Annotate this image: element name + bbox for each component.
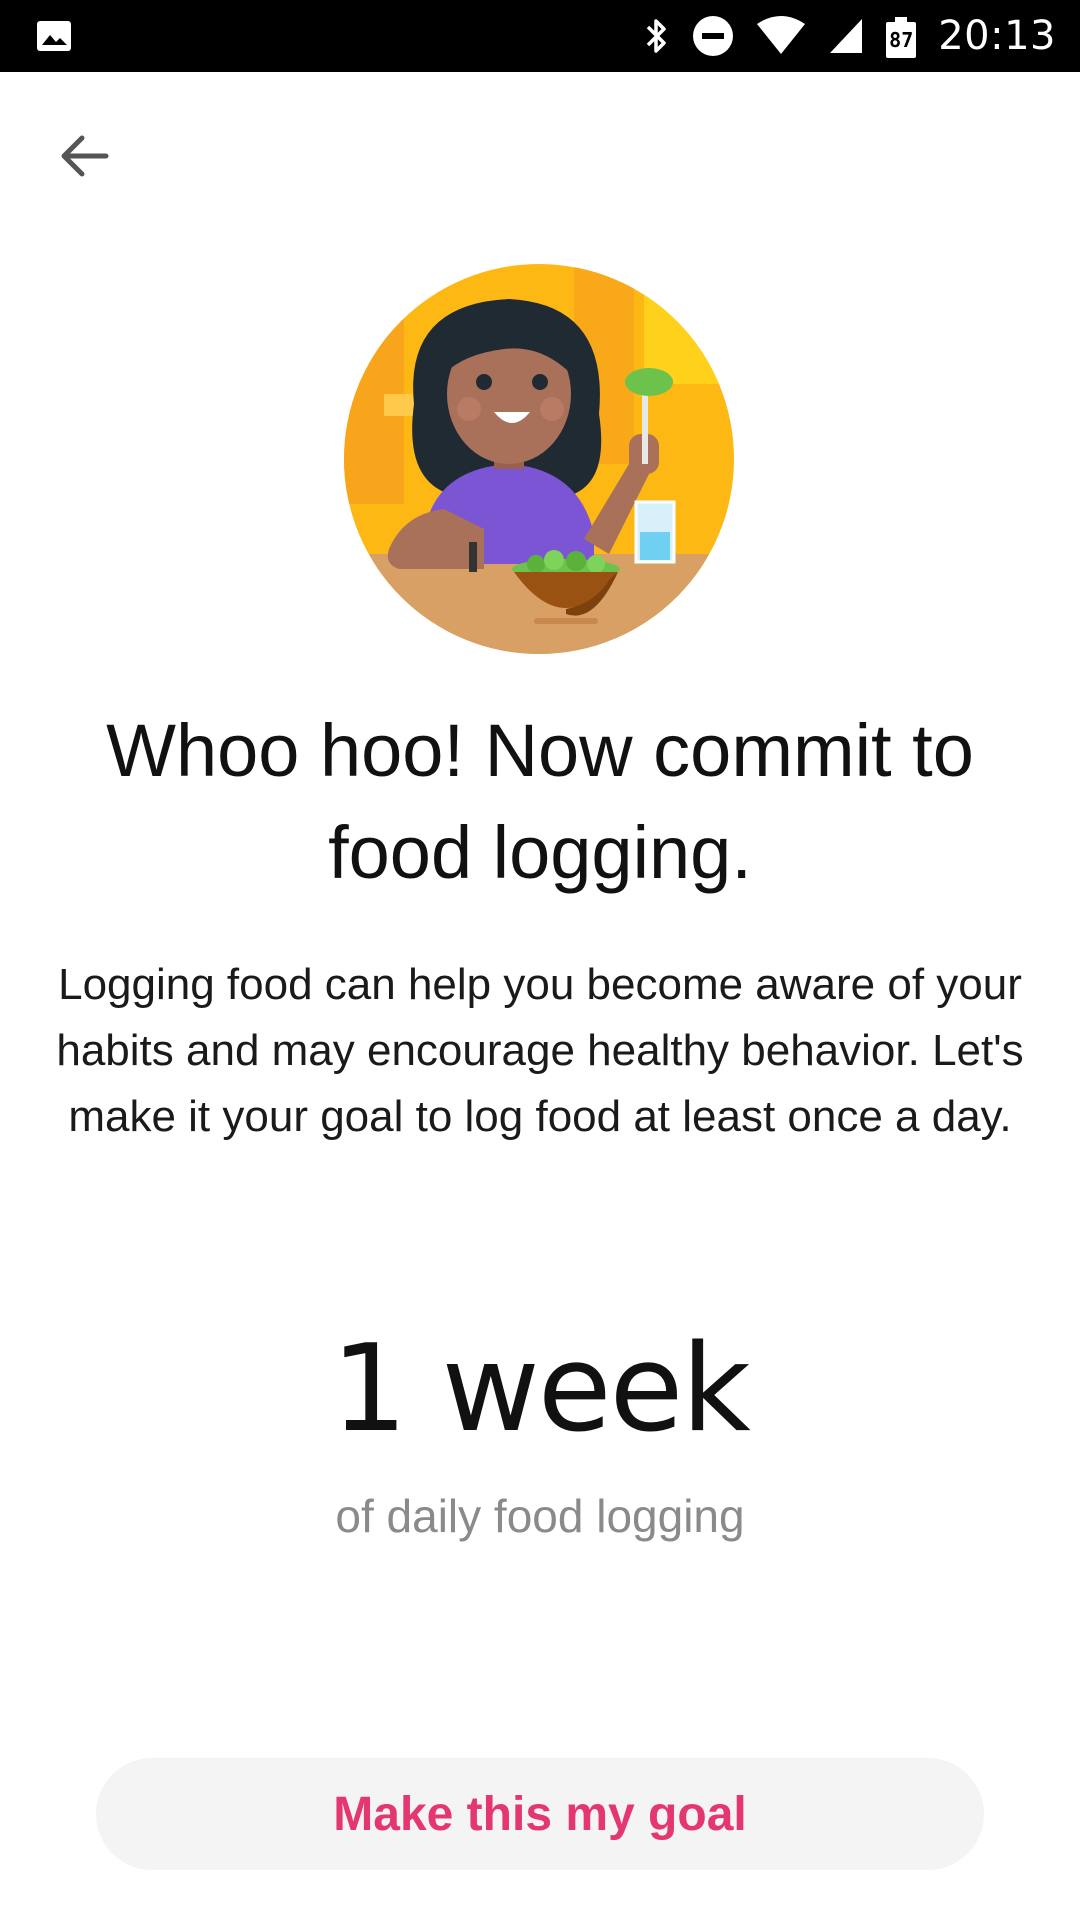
goal-value: 1 week <box>331 1320 751 1459</box>
image-icon <box>37 21 71 51</box>
woman-eating-salad-illustration <box>344 264 734 654</box>
page-title: Whoo hoo! Now commit to food logging. <box>106 709 974 894</box>
signal-icon <box>830 19 863 53</box>
status-time: 20:13 <box>938 13 1056 59</box>
arrow-back-icon <box>61 135 109 177</box>
back-button[interactable] <box>44 116 124 196</box>
battery-level: 87 <box>886 22 917 58</box>
status-bar: 87 20:13 <box>0 0 1080 72</box>
description-text: Logging food can help you become aware o… <box>56 960 1024 1141</box>
make-goal-button[interactable]: Make this my goal <box>96 1758 984 1870</box>
wifi-icon <box>757 16 806 54</box>
do-not-disturb-icon <box>693 16 734 56</box>
battery-icon: 87 <box>886 14 917 58</box>
goal-caption: of daily food logging <box>335 1490 745 1542</box>
bluetooth-icon <box>646 19 666 53</box>
